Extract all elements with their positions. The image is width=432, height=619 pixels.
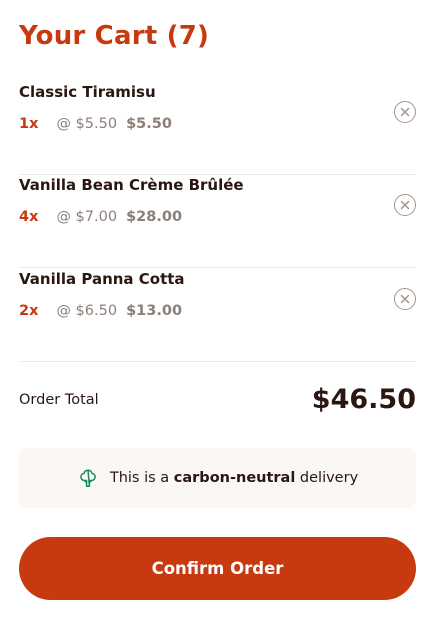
order-total-value: $46.50: [311, 384, 416, 415]
carbon-neutral-notice: This is a carbon-neutral delivery: [19, 448, 416, 508]
remove-item-button[interactable]: [394, 194, 416, 216]
cart-panel: Your Cart (7) Classic Tiramisu 1x @ $5.5…: [19, 0, 416, 619]
item-quantity: 2x: [19, 303, 39, 319]
order-total-row: Order Total $46.50: [19, 384, 416, 418]
remove-item-icon: [400, 107, 410, 117]
notice-prefix: This is a: [109, 470, 174, 486]
item-meta: 2x @ $6.50 $13.00: [19, 301, 182, 321]
order-total-label: Order Total: [19, 392, 99, 408]
item-quantity: 1x: [19, 116, 39, 132]
item-line-total: $13.00: [126, 303, 183, 319]
remove-item-icon: [400, 294, 410, 304]
item-name: Vanilla Panna Cotta: [19, 270, 185, 288]
remove-item-icon: [400, 200, 410, 210]
item-name: Classic Tiramisu: [19, 83, 156, 101]
confirm-order-button[interactable]: Confirm Order: [19, 537, 416, 600]
item-unit-price: @ $6.50: [56, 303, 118, 319]
remove-item-button[interactable]: [394, 288, 416, 310]
item-unit-price: @ $7.00: [56, 209, 118, 225]
remove-item-button[interactable]: [394, 101, 416, 123]
notice-suffix: delivery: [295, 470, 359, 486]
item-meta: 1x @ $5.50 $5.50: [19, 114, 172, 134]
carbon-neutral-text: This is a carbon-neutral delivery: [110, 470, 358, 486]
item-line-total: $28.00: [126, 209, 183, 225]
item-name: Vanilla Bean Crème Brûlée: [19, 176, 244, 194]
item-quantity: 4x: [19, 209, 39, 225]
item-unit-price: @ $5.50: [56, 116, 118, 132]
item-line-total: $5.50: [126, 116, 172, 132]
notice-highlight: carbon-neutral: [173, 470, 296, 486]
cart-title: Your Cart (7): [19, 21, 210, 51]
cart-item: Classic Tiramisu 1x @ $5.50 $5.50: [19, 82, 416, 175]
item-meta: 4x @ $7.00 $28.00: [19, 207, 182, 227]
carbon-neutral-tree-icon: [77, 467, 99, 489]
cart-item: Vanilla Panna Cotta 2x @ $6.50 $13.00: [19, 269, 416, 362]
cart-item: Vanilla Bean Crème Brûlée 4x @ $7.00 $28…: [19, 175, 416, 268]
